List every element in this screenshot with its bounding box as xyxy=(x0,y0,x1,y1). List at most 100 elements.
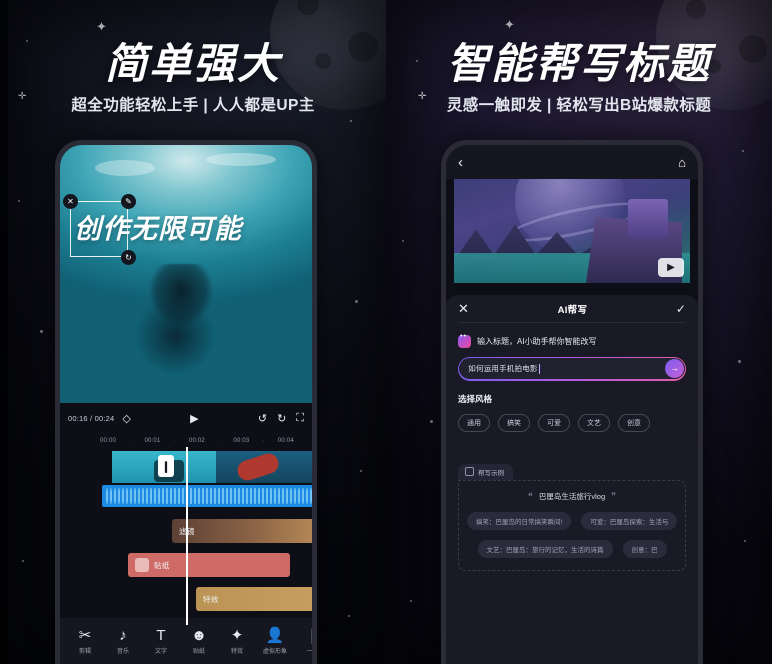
style-section-title: 选择风格 xyxy=(458,393,493,404)
ruler-tick: 00:02 xyxy=(188,438,205,444)
video-clip-row[interactable] xyxy=(112,451,312,483)
timeline[interactable]: ❙ 滤镜 贴纸 xyxy=(60,447,312,625)
phone-screen: ‹ ⌂ ▶ ✕ AI帮写 ✓ •• 输入标题，AI小助手帮你智能改写 如何运用手… xyxy=(446,145,698,664)
example-pill[interactable]: 文艺：巴厘岛：旅行的记忆，生活的诗篇 xyxy=(477,540,613,559)
sheet-title: AI帮写 xyxy=(557,304,588,316)
app-topbar: ‹ ⌂ xyxy=(446,145,698,179)
clip-transition-button[interactable]: ❙ xyxy=(158,455,174,477)
star xyxy=(348,615,350,617)
ruler-dot: · xyxy=(262,438,265,444)
star xyxy=(738,360,741,363)
tool-music[interactable]: ♪ 音乐 xyxy=(104,627,142,655)
style-chip-artistic[interactable]: 文艺 xyxy=(578,413,610,432)
example-row-1: 搞笑：巴厘岛的日常搞笑瞬间! 可爱：巴厘岛探索：生活与 xyxy=(467,512,678,531)
example-quote-text: 巴厘岛生活旅行vlog xyxy=(538,492,606,502)
style-chip-funny[interactable]: 搞笑 xyxy=(498,413,530,432)
sticker-clip[interactable]: 贴纸 xyxy=(128,553,290,577)
ruler-tick: 00:00 xyxy=(100,438,117,444)
ruler-tick: 00:04 xyxy=(277,438,294,444)
title-input[interactable]: 如何运用手机拍电影 xyxy=(459,358,685,380)
ai-assistant-icon xyxy=(458,333,471,348)
music-note-icon: ♪ xyxy=(119,627,127,644)
example-row-2: 文艺：巴厘岛：旅行的记忆，生活的诗篇 创意：巴 xyxy=(467,540,677,559)
quote-open-icon: ❝ xyxy=(527,491,533,502)
ai-writing-sheet: ✕ AI帮写 ✓ 输入标题，AI小助手帮你智能改写 如何运用手机拍电影 → xyxy=(446,295,698,664)
example-pill[interactable]: 可爱：巴厘岛探索：生活与 xyxy=(581,512,678,531)
undo-icon[interactable]: ↺ xyxy=(258,412,267,425)
keyframe-icon[interactable]: ◇ xyxy=(122,412,130,425)
sheet-header: ✕ AI帮写 ✓ xyxy=(458,295,686,323)
ai-hint-text: 输入标题，AI小助手帮你智能改写 xyxy=(477,337,597,346)
house xyxy=(628,199,668,239)
tool-label: 音乐 xyxy=(116,649,129,655)
water-highlight xyxy=(206,152,277,166)
tool-cut[interactable]: ✂ 剪辑 xyxy=(66,627,104,655)
phone-mockup-editor: ✕ ✎ ↻ 创作无限可能 00:16 / 00:24 ◇ ▶ ↺ ↻ ⛶ 00: xyxy=(55,140,317,664)
examples-tab-label: 帮写示例 xyxy=(478,469,504,477)
player-control-bar: 00:16 / 00:24 ◇ ▶ ↺ ↻ ⛶ xyxy=(60,403,312,433)
video-preview[interactable]: ▶ xyxy=(454,179,690,283)
water-highlight xyxy=(95,160,156,177)
title-input-value: 如何运用手机拍电影 xyxy=(468,364,538,374)
timecode-label: 00:16 / 00:24 xyxy=(68,413,115,423)
style-chip-creative[interactable]: 创意 xyxy=(618,413,650,432)
ruler-tick: 00:01 xyxy=(144,438,161,444)
redo-icon[interactable]: ↻ xyxy=(277,412,286,425)
fullscreen-icon[interactable]: ⛶ xyxy=(296,412,304,425)
rotate-icon[interactable]: ↻ xyxy=(121,250,136,265)
left-promo-panel: ✦ ✛ 简单强大 超全功能轻松上手 | 人人都是UP主 ✕ ✎ ↻ 创作无限可能… xyxy=(0,0,386,664)
ruler-dot: · xyxy=(129,438,132,444)
tool-label: 文字 xyxy=(154,649,167,655)
video-clip[interactable] xyxy=(216,451,312,483)
back-icon[interactable]: ‹ xyxy=(458,154,463,171)
sticker-clip-label: 贴纸 xyxy=(154,560,170,570)
style-chip-general[interactable]: 通用 xyxy=(458,413,490,432)
tool-label: 特效 xyxy=(230,649,243,655)
star xyxy=(18,200,20,202)
example-pill[interactable]: 搞笑：巴厘岛的日常搞笑瞬间! xyxy=(467,512,572,531)
ruler-dot: · xyxy=(173,438,176,444)
playhead[interactable] xyxy=(186,447,188,625)
page-title: 简单强大 xyxy=(104,39,281,88)
tool-text[interactable]: T 文字 xyxy=(142,627,180,655)
style-chip-cute[interactable]: 可爱 xyxy=(538,413,570,432)
examples-icon xyxy=(465,467,474,477)
tool-label: 剪辑 xyxy=(78,649,91,655)
send-button[interactable]: → xyxy=(665,358,684,378)
close-icon[interactable]: ✕ xyxy=(458,301,469,317)
example-pill[interactable]: 创意：巴 xyxy=(622,540,667,559)
tool-oneclick[interactable]: ❙ 一键 xyxy=(294,627,312,655)
video-preview[interactable]: ✕ ✎ ↻ 创作无限可能 xyxy=(60,145,312,403)
star xyxy=(742,150,744,152)
tool-label: 虚拟形象 xyxy=(262,649,287,655)
text-caret xyxy=(538,363,540,374)
right-promo-panel: ✦ ✛ 智能帮写标题 灵感一触即发 | 轻松写出B站爆款标题 ‹ ⌂ ▶ ✕ A… xyxy=(386,0,772,664)
filter-clip[interactable]: 滤镜 xyxy=(172,519,312,543)
star xyxy=(360,470,362,472)
ruler-tick: 00:03 xyxy=(233,438,250,444)
home-icon[interactable]: ⌂ xyxy=(678,155,686,170)
title-input-wrapper[interactable]: 如何运用手机拍电影 → xyxy=(458,357,686,381)
star xyxy=(410,600,412,602)
effect-clip[interactable]: 特效 xyxy=(196,587,312,611)
text-icon: T xyxy=(156,627,166,644)
tool-avatar[interactable]: 👤 虚拟形象 xyxy=(256,627,294,655)
audio-clip[interactable] xyxy=(102,485,312,507)
play-icon[interactable]: ▶ xyxy=(658,258,684,277)
star xyxy=(40,330,43,333)
tool-label: 贴纸 xyxy=(192,649,205,655)
star xyxy=(22,560,24,562)
tool-effect[interactable]: ✦ 特效 xyxy=(218,627,256,655)
tool-sticker[interactable]: ☻ 贴纸 xyxy=(180,627,218,655)
ai-hint-row: 输入标题，AI小助手帮你智能改写 xyxy=(458,333,686,348)
crater xyxy=(686,0,706,19)
confirm-icon[interactable]: ✓ xyxy=(676,302,686,316)
video-text-overlay[interactable]: 创作无限可能 xyxy=(74,207,242,246)
sticker-face-icon: ☻ xyxy=(191,627,207,644)
effect-clip-label: 特效 xyxy=(203,594,219,604)
sticker-thumb-icon xyxy=(135,558,149,572)
examples-tab[interactable]: 帮写示例 xyxy=(458,463,513,480)
scissors-icon: ✂ xyxy=(78,627,92,644)
play-icon[interactable]: ▶ xyxy=(190,412,198,425)
star xyxy=(402,240,404,242)
